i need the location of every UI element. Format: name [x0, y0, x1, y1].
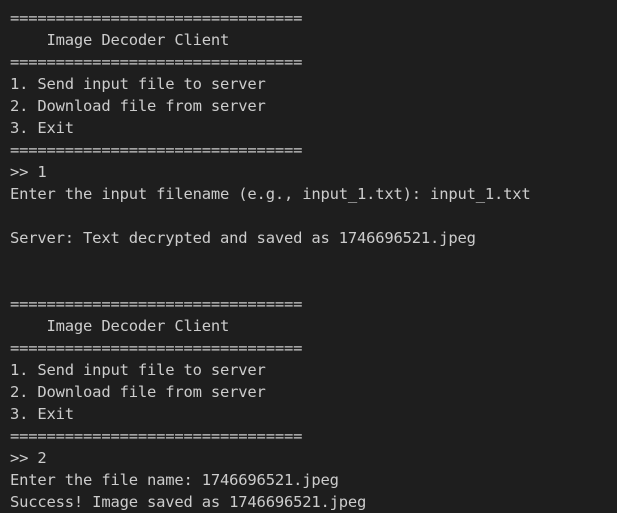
file-name-prompt: Enter the file name: 1746696521.jpeg: [10, 471, 339, 489]
separator-line: ================================: [10, 53, 303, 71]
menu-option-download: 2. Download file from server: [10, 97, 266, 115]
separator-line: ================================: [10, 9, 303, 27]
server-response: Server: Text decrypted and saved as 1746…: [10, 229, 476, 247]
menu-option-send: 1. Send input file to server: [10, 75, 266, 93]
terminal-output: ================================ Image D…: [10, 7, 531, 513]
menu-option-exit: 3. Exit: [10, 405, 74, 423]
menu-option-exit: 3. Exit: [10, 119, 74, 137]
separator-line: ================================: [10, 339, 303, 357]
terminal-window[interactable]: ================================ Image D…: [0, 0, 617, 511]
client-title: Image Decoder Client: [10, 317, 230, 335]
success-message: Success! Image saved as 1746696521.jpeg: [10, 493, 367, 511]
filename-prompt: Enter the input filename (e.g., input_1.…: [10, 185, 531, 203]
separator-line: ================================: [10, 295, 303, 313]
prompt-input: >> 2: [10, 449, 47, 467]
prompt-input: >> 1: [10, 163, 47, 181]
separator-line: ================================: [10, 141, 303, 159]
menu-option-send: 1. Send input file to server: [10, 361, 266, 379]
menu-option-download: 2. Download file from server: [10, 383, 266, 401]
client-title: Image Decoder Client: [10, 31, 230, 49]
separator-line: ================================: [10, 427, 303, 445]
